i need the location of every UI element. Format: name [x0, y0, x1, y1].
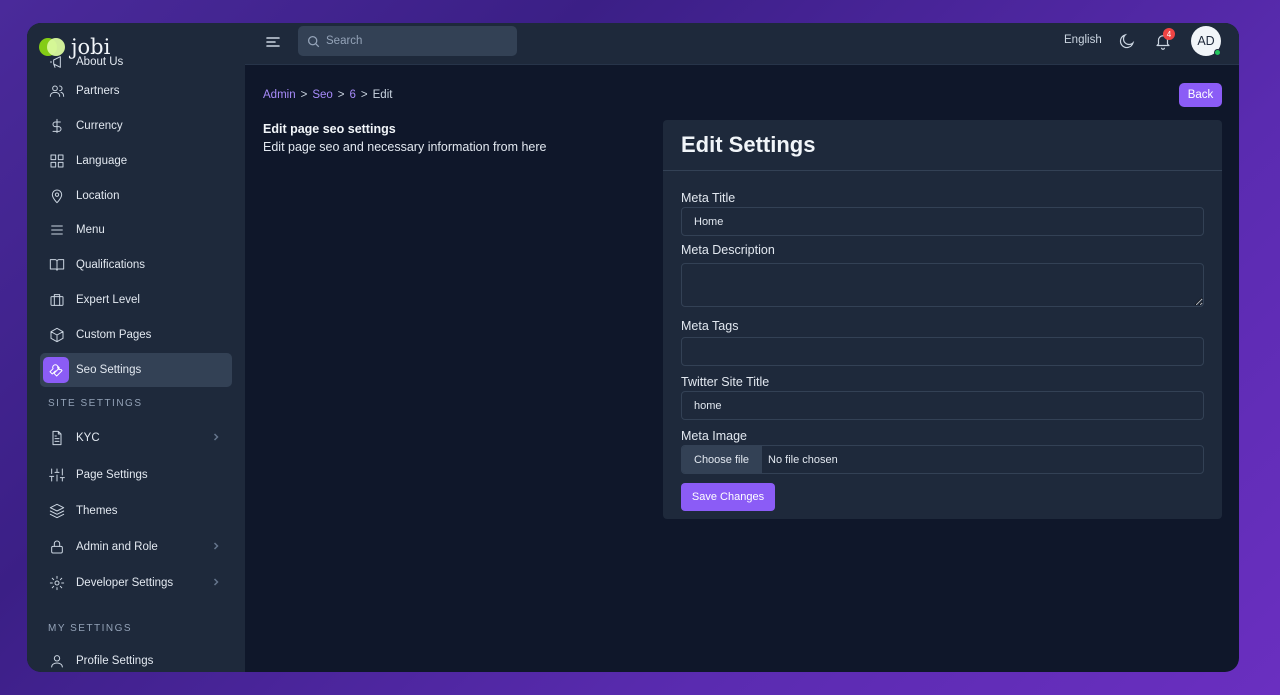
- card-header: Edit Settings: [663, 120, 1222, 171]
- sidebar: jobi About Us Partners Currency Language: [27, 23, 245, 672]
- search-box: [298, 26, 517, 56]
- sidebar-item-label: Profile Settings: [76, 655, 154, 668]
- sidebar-item-label: Seo Settings: [76, 364, 142, 377]
- meta-description-input[interactable]: [681, 263, 1204, 307]
- card-title: Edit Settings: [681, 132, 816, 157]
- lock-icon: [48, 538, 66, 556]
- dollar-icon: [48, 117, 66, 135]
- sidebar-item-label: Page Settings: [76, 468, 148, 481]
- sidebar-item-label: Language: [76, 154, 128, 167]
- search-icon: [307, 35, 320, 47]
- sidebar-item-themes[interactable]: Themes: [40, 494, 232, 528]
- search-input[interactable]: [326, 35, 496, 47]
- meta-image-file-input[interactable]: Choose file No file chosen: [681, 445, 1204, 474]
- sidebar-item-menu[interactable]: Menu: [40, 213, 232, 247]
- breadcrumb: Admin > Seo > 6 > Edit: [263, 89, 392, 101]
- save-changes-button[interactable]: Save Changes: [681, 483, 775, 511]
- moon-icon[interactable]: [1118, 32, 1136, 50]
- chevron-right-icon: [212, 432, 220, 441]
- page-subtitle: Edit page seo and necessary information …: [263, 140, 547, 154]
- meta-image-label: Meta Image: [681, 429, 748, 443]
- language-selector[interactable]: English: [1064, 34, 1102, 46]
- breadcrumb-separator: >: [337, 89, 345, 101]
- meta-title-field: [681, 207, 1204, 236]
- sidebar-item-page-settings[interactable]: Page Settings: [40, 457, 232, 493]
- sidebar-item-qualifications[interactable]: Qualifications: [40, 248, 232, 282]
- breadcrumb-seo[interactable]: Seo: [312, 89, 332, 101]
- sidebar-item-label: KYC: [76, 431, 100, 444]
- sidebar-item-label: Qualifications: [76, 259, 146, 272]
- breadcrumb-separator: >: [360, 89, 368, 101]
- file-icon: [48, 429, 66, 447]
- sidebar-item-label: Currency: [76, 119, 123, 132]
- map-pin-icon: [48, 187, 66, 205]
- notification-badge: 4: [1163, 28, 1175, 40]
- seo-form: Meta Title Meta Description Meta Tags Tw…: [681, 190, 1204, 511]
- sidebar-item-label: Admin and Role: [76, 540, 158, 553]
- sidebar-item-label: Developer Settings: [76, 577, 174, 590]
- grid-icon: [48, 152, 66, 170]
- sidebar-nav: About Us Partners Currency Language Loca…: [40, 51, 232, 672]
- box-icon: [48, 326, 66, 344]
- layers-icon: [48, 502, 66, 520]
- twitter-site-title-field: [681, 391, 1204, 420]
- sidebar-item-location[interactable]: Location: [40, 179, 232, 213]
- chevron-right-icon: [212, 541, 220, 550]
- sidebar-item-custom-pages[interactable]: Custom Pages: [40, 318, 232, 352]
- sidebar-item-seo-settings[interactable]: Seo Settings: [40, 353, 232, 388]
- megaphone-icon: [48, 53, 66, 71]
- breadcrumb-id[interactable]: 6: [350, 89, 356, 101]
- back-button[interactable]: Back: [1179, 83, 1222, 107]
- briefcase-icon: [48, 291, 66, 309]
- menu-icon: [48, 221, 66, 239]
- file-status: No file chosen: [768, 453, 838, 466]
- twitter-site-title-input[interactable]: [694, 399, 1203, 412]
- sidebar-item-language[interactable]: Language: [40, 144, 232, 178]
- app-window: jobi About Us Partners Currency Language: [27, 23, 1239, 672]
- meta-tags-label: Meta Tags: [681, 319, 739, 333]
- user-icon: [48, 652, 66, 670]
- edit-settings-card: Edit Settings Meta Title Meta Descriptio…: [663, 120, 1222, 519]
- sidebar-item-expert-level[interactable]: Expert Level: [40, 283, 232, 317]
- sidebar-item-label: Expert Level: [76, 294, 140, 307]
- meta-tags-input[interactable]: [694, 345, 1203, 358]
- twitter-site-title-label: Twitter Site Title: [681, 375, 770, 389]
- online-status-dot: [1214, 49, 1221, 56]
- avatar[interactable]: AD: [1191, 26, 1221, 56]
- hamburger-menu-icon[interactable]: [265, 34, 281, 50]
- gear-icon: [48, 574, 66, 592]
- sidebar-item-admin-and-role[interactable]: Admin and Role: [40, 529, 232, 565]
- breadcrumb-separator: >: [300, 89, 308, 101]
- sliders-icon: [48, 466, 66, 484]
- meta-tags-field: [681, 337, 1204, 366]
- breadcrumb-admin[interactable]: Admin: [263, 89, 296, 101]
- meta-title-label: Meta Title: [681, 191, 736, 205]
- book-icon: [48, 256, 66, 274]
- page-title: Edit page seo settings: [263, 122, 396, 136]
- breadcrumb-current: Edit: [372, 89, 393, 101]
- chevron-right-icon: [212, 577, 220, 586]
- meta-description-label: Meta Description: [681, 243, 775, 257]
- avatar-initials: AD: [1197, 34, 1215, 48]
- users-icon: [48, 82, 66, 100]
- sidebar-item-label: Location: [76, 189, 120, 202]
- wrench-icon: [43, 357, 69, 384]
- sidebar-item-profile-settings[interactable]: Profile Settings: [40, 644, 232, 672]
- sidebar-item-label: Partners: [76, 84, 120, 97]
- choose-file-button[interactable]: Choose file: [682, 446, 763, 473]
- sidebar-item-label: Themes: [76, 504, 118, 517]
- sidebar-item-label: Custom Pages: [76, 329, 152, 342]
- topbar: English 4 AD: [245, 23, 1239, 65]
- sidebar-item-developer-settings[interactable]: Developer Settings: [40, 565, 232, 601]
- sidebar-item-currency[interactable]: Currency: [40, 109, 232, 143]
- sidebar-item-label: Menu: [76, 224, 105, 237]
- sidebar-item-label: About Us: [76, 56, 124, 68]
- sidebar-item-partners[interactable]: Partners: [40, 74, 232, 108]
- section-label-my-settings: MY SETTINGS: [48, 622, 133, 634]
- sidebar-item-kyc[interactable]: KYC: [40, 420, 232, 456]
- section-label-site-settings: SITE SETTINGS: [48, 398, 143, 410]
- sidebar-item-about-us[interactable]: About Us: [40, 51, 232, 73]
- meta-title-input[interactable]: [694, 215, 1203, 228]
